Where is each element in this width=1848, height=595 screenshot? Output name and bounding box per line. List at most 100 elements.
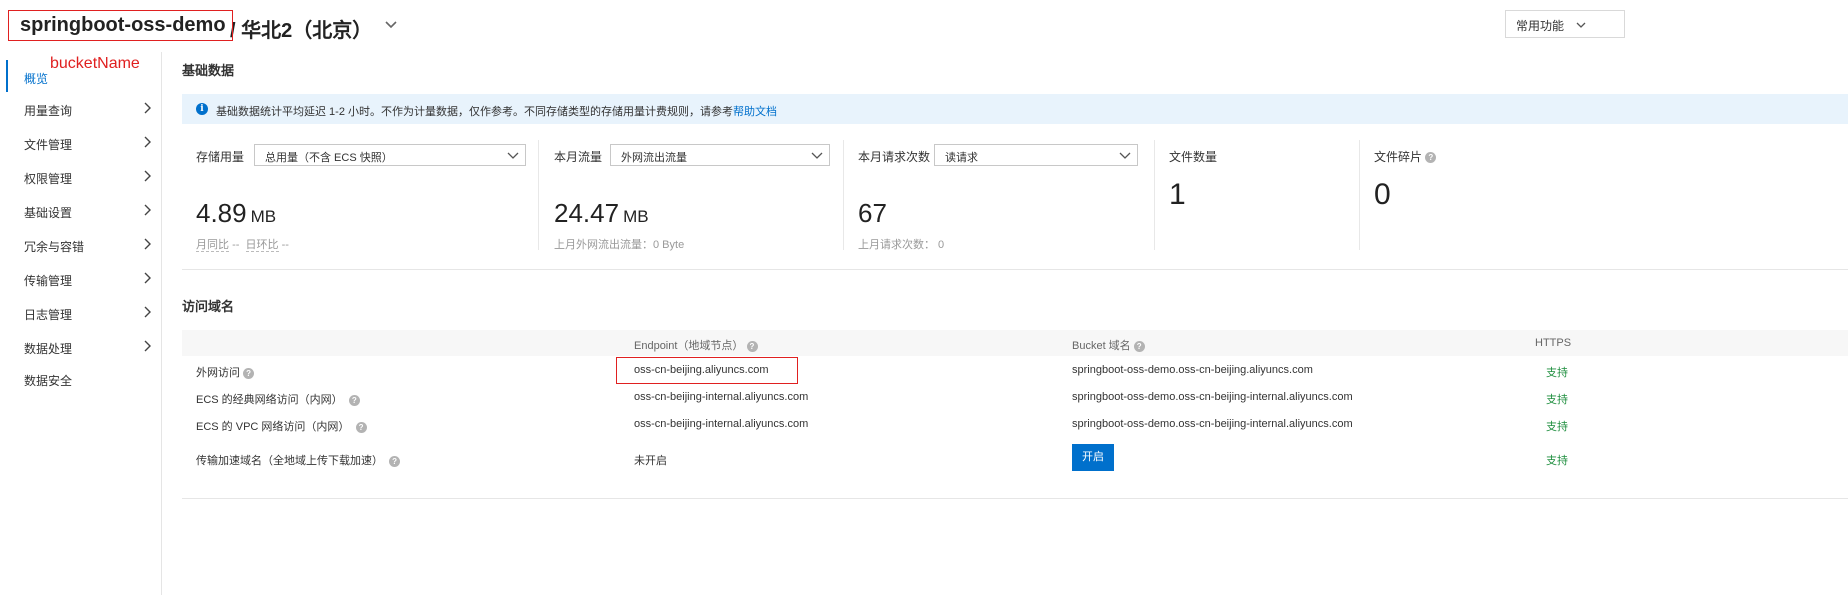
column-header-label: Bucket 域名 bbox=[1072, 340, 1131, 352]
stat-label: 文件数量 bbox=[1169, 150, 1218, 164]
chevron-right-icon bbox=[144, 170, 151, 182]
stat-monthly-traffic: 本月流量 外网流出流量 24.47 MB 上月外网流出流量：0 Byte bbox=[540, 138, 842, 251]
sidebar-item-usage-query[interactable]: 用量查询 bbox=[0, 92, 161, 126]
stat-sub: 月同比 -- 日环比 -- bbox=[196, 236, 289, 252]
basic-data-title: 基础数据 bbox=[182, 63, 235, 78]
sidebar-item-transfer-management[interactable]: 传输管理 bbox=[0, 262, 161, 296]
table-row: ECS 的经典网络访问（内网） ? oss-cn-beijing-interna… bbox=[182, 384, 1848, 410]
sidebar-item-file-management[interactable]: 文件管理 bbox=[0, 126, 161, 160]
annotation-box-bucket-name bbox=[8, 10, 233, 41]
bucket-domain-value: springboot-oss-demo.oss-cn-beijing-inter… bbox=[1072, 418, 1353, 430]
bucket-domain-value: springboot-oss-demo.oss-cn-beijing.aliyu… bbox=[1072, 364, 1313, 376]
stat-value: 0 bbox=[1374, 178, 1391, 212]
stat-file-fragments: 文件碎片 ? 0 bbox=[1360, 138, 1660, 250]
notice-banner: i 基础数据统计平均延迟 1-2 小时。不作为计量数据，仅作参考。不同存储类型的… bbox=[182, 94, 1848, 124]
sidebar-item-label: 基础设置 bbox=[24, 206, 73, 220]
stat-number: 24.47 bbox=[554, 198, 620, 228]
chevron-right-icon bbox=[144, 204, 151, 216]
access-domain-title: 访问域名 bbox=[182, 299, 235, 314]
stat-number: 4.89 bbox=[196, 198, 247, 228]
help-icon[interactable]: ? bbox=[243, 367, 255, 379]
stat-sub: 上月外网流出流量：0 Byte bbox=[554, 239, 685, 251]
sidebar-item-data-processing[interactable]: 数据处理 bbox=[0, 330, 161, 364]
help-doc-link[interactable]: 帮助文档 bbox=[733, 106, 777, 118]
stat-number: 0 bbox=[1374, 178, 1391, 211]
stat-sub: 上月请求次数： 0 bbox=[858, 239, 945, 251]
traffic-type-select[interactable]: 外网流出流量 bbox=[610, 144, 830, 166]
help-icon[interactable]: ? bbox=[1425, 152, 1437, 164]
chevron-right-icon bbox=[144, 306, 151, 318]
https-support: 支持 bbox=[1546, 455, 1568, 467]
stat-unit: MB bbox=[250, 207, 277, 226]
stat-storage-usage: 存储用量 总用量（不含 ECS 快照） 4.89 MB 月同比 -- 日环比 -- bbox=[182, 138, 538, 252]
sidebar: 概览 bucketName 用量查询 文件管理 权限管理 基础设置 冗余与容错 … bbox=[0, 52, 162, 595]
help-icon[interactable]: ? bbox=[355, 421, 367, 433]
column-header-bucket-domain: Bucket 域名 ? bbox=[1072, 337, 1145, 353]
stat-label: 文件碎片 ? bbox=[1374, 148, 1437, 165]
sidebar-item-label: 权限管理 bbox=[24, 172, 73, 186]
row-name: ECS 的 VPC 网络访问（内网） ? bbox=[196, 418, 367, 434]
table-row: 外网访问 ? oss-cn-beijing.aliyuncs.com sprin… bbox=[182, 357, 1848, 383]
sidebar-item-basic-settings[interactable]: 基础设置 bbox=[0, 194, 161, 228]
select-value: 外网流出流量 bbox=[621, 152, 687, 164]
request-type-select[interactable]: 读请求 bbox=[934, 144, 1138, 166]
sidebar-item-label: 冗余与容错 bbox=[24, 240, 85, 254]
chevron-down-icon bbox=[1119, 152, 1131, 159]
stat-value: 67 bbox=[858, 198, 887, 229]
row-name-text: 外网访问 bbox=[196, 367, 240, 379]
row-name-text: ECS 的经典网络访问（内网） bbox=[196, 394, 343, 406]
row-name: 外网访问 ? bbox=[196, 364, 255, 380]
common-functions-button[interactable]: 常用功能 bbox=[1505, 10, 1625, 38]
region-title: / 华北2（北京） bbox=[230, 20, 373, 42]
column-header-endpoint: Endpoint（地域节点） ? bbox=[634, 337, 758, 353]
page-header: springboot-oss-demo / 华北2（北京） 常用功能 bbox=[0, 0, 1848, 52]
stat-label: 本月请求次数 bbox=[858, 150, 931, 164]
help-icon[interactable]: ? bbox=[746, 340, 758, 352]
help-icon[interactable]: ? bbox=[348, 394, 360, 406]
https-support: 支持 bbox=[1546, 367, 1568, 379]
common-functions-label: 常用功能 bbox=[1516, 19, 1565, 33]
section-divider bbox=[182, 269, 1848, 270]
table-row: ECS 的 VPC 网络访问（内网） ? oss-cn-beijing-inte… bbox=[182, 411, 1848, 437]
sidebar-item-data-security[interactable]: 数据安全 bbox=[0, 362, 161, 396]
table-row: 传输加速域名（全地域上传下载加速） ? 未开启 支持 bbox=[182, 444, 1848, 472]
sidebar-item-label: 日志管理 bbox=[24, 308, 73, 322]
https-support: 支持 bbox=[1546, 421, 1568, 433]
sidebar-item-log-management[interactable]: 日志管理 bbox=[0, 296, 161, 330]
chevron-right-icon bbox=[144, 136, 151, 148]
storage-type-select[interactable]: 总用量（不含 ECS 快照） bbox=[254, 144, 526, 166]
chevron-down-icon[interactable] bbox=[382, 16, 400, 34]
sidebar-item-label: 传输管理 bbox=[24, 274, 73, 288]
column-header-label: Endpoint（地域节点） bbox=[634, 340, 744, 352]
active-indicator bbox=[6, 60, 8, 92]
notice-message: 基础数据统计平均延迟 1-2 小时。不作为计量数据，仅作参考。不同存储类型的存储… bbox=[216, 106, 734, 118]
help-icon[interactable]: ? bbox=[1133, 340, 1145, 352]
endpoint-value: 未开启 bbox=[634, 455, 667, 467]
sidebar-item-redundancy[interactable]: 冗余与容错 bbox=[0, 228, 161, 262]
endpoint-value: oss-cn-beijing-internal.aliyuncs.com bbox=[634, 391, 809, 403]
sidebar-item-label: 用量查询 bbox=[24, 104, 73, 118]
row-name: 传输加速域名（全地域上传下载加速） ? bbox=[196, 452, 401, 468]
column-header-https: HTTPS bbox=[1535, 337, 1572, 349]
bucket-domain-value: springboot-oss-demo.oss-cn-beijing-inter… bbox=[1072, 391, 1353, 403]
chevron-right-icon bbox=[144, 340, 151, 352]
annotation-bucketname-label: bucketName bbox=[50, 55, 140, 72]
chevron-down-icon bbox=[507, 152, 519, 159]
notice-text: 基础数据统计平均延迟 1-2 小时。不作为计量数据，仅作参考。不同存储类型的存储… bbox=[216, 103, 777, 119]
stat-value: 4.89 MB bbox=[196, 198, 276, 229]
chevron-right-icon bbox=[144, 102, 151, 114]
annotation-box-endpoint bbox=[616, 357, 798, 384]
row-name-text: 传输加速域名（全地域上传下载加速） bbox=[196, 455, 383, 467]
sidebar-item-label: 概览 bbox=[24, 72, 49, 86]
help-icon[interactable]: ? bbox=[389, 455, 401, 467]
stat-number: 1 bbox=[1169, 178, 1186, 211]
divider bbox=[538, 140, 539, 250]
stat-label-text: 文件碎片 bbox=[1374, 150, 1423, 164]
stat-value: 1 bbox=[1169, 178, 1186, 212]
enable-acceleration-button[interactable]: 开启 bbox=[1072, 444, 1114, 471]
stat-unit: MB bbox=[623, 207, 649, 226]
stat-file-count: 文件数量 1 bbox=[1155, 138, 1359, 250]
yoy-label: 月同比 bbox=[196, 239, 229, 252]
stat-monthly-requests: 本月请求次数 读请求 67 上月请求次数： 0 bbox=[844, 138, 1154, 251]
sidebar-item-permission-management[interactable]: 权限管理 bbox=[0, 160, 161, 194]
